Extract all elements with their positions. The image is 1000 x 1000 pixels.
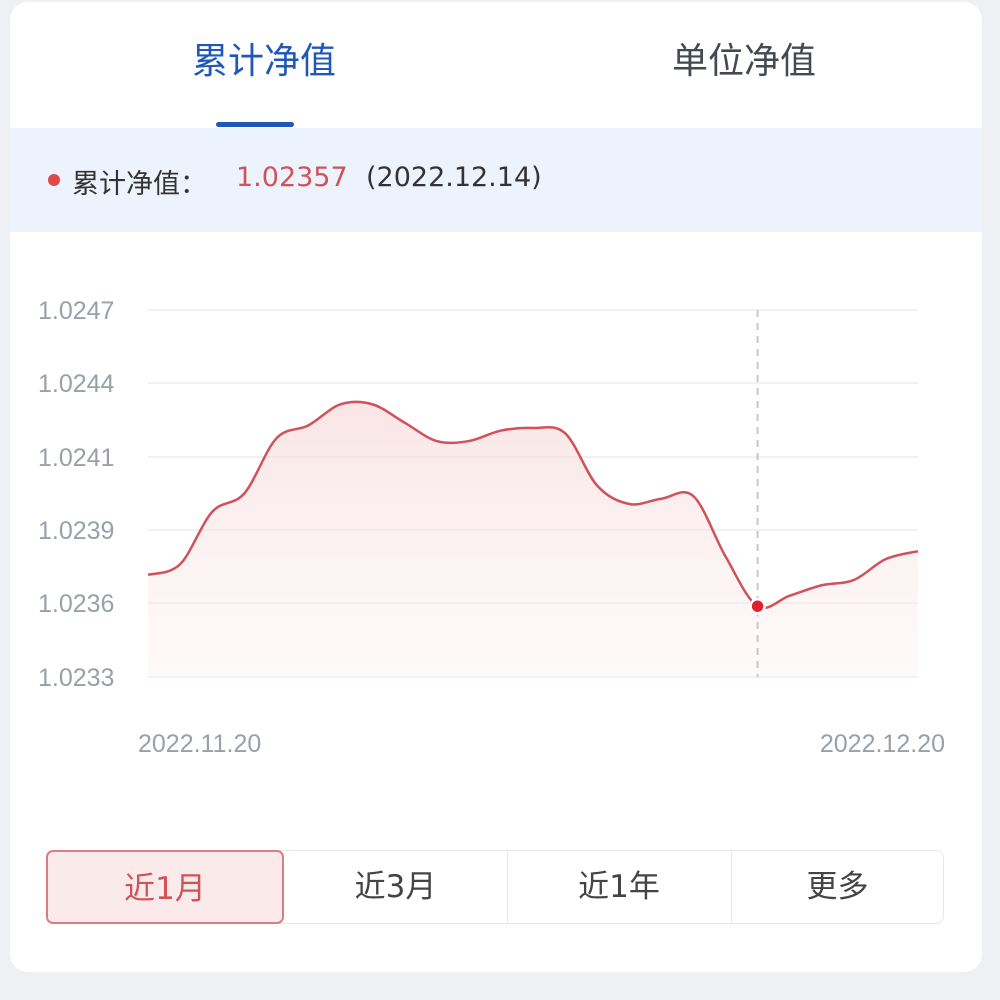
y-tick-label: 1.0236: [38, 590, 114, 618]
y-tick-label: 1.0239: [38, 517, 114, 545]
nav-card: 累计净值 单位净值 累计净值： 1.02357 (2022.12.14) 1.0…: [10, 2, 982, 972]
range-1-year-button[interactable]: 近1年: [507, 850, 731, 924]
y-tick-label: 1.0241: [38, 444, 114, 472]
range-more-button[interactable]: 更多: [731, 850, 944, 924]
nav-chart[interactable]: 1.0247 1.0244 1.0241 1.0239 1.0236 1.0233 202…: [10, 2, 982, 822]
x-axis-end-label: 2022.12.20: [820, 730, 945, 758]
x-axis-start-label: 2022.11.20: [138, 730, 261, 758]
range-3-months-button[interactable]: 近3月: [284, 850, 507, 924]
range-1-month-button[interactable]: 近1月: [46, 850, 284, 924]
y-axis: 1.0247 1.0244 1.0241 1.0239 1.0236 1.0233: [38, 297, 115, 692]
chart-area-fill: [148, 401, 918, 677]
y-tick-label: 1.0247: [38, 297, 114, 325]
y-tick-label: 1.0244: [38, 370, 115, 398]
highlight-point-marker[interactable]: [749, 597, 766, 615]
y-tick-label: 1.0233: [38, 664, 114, 692]
